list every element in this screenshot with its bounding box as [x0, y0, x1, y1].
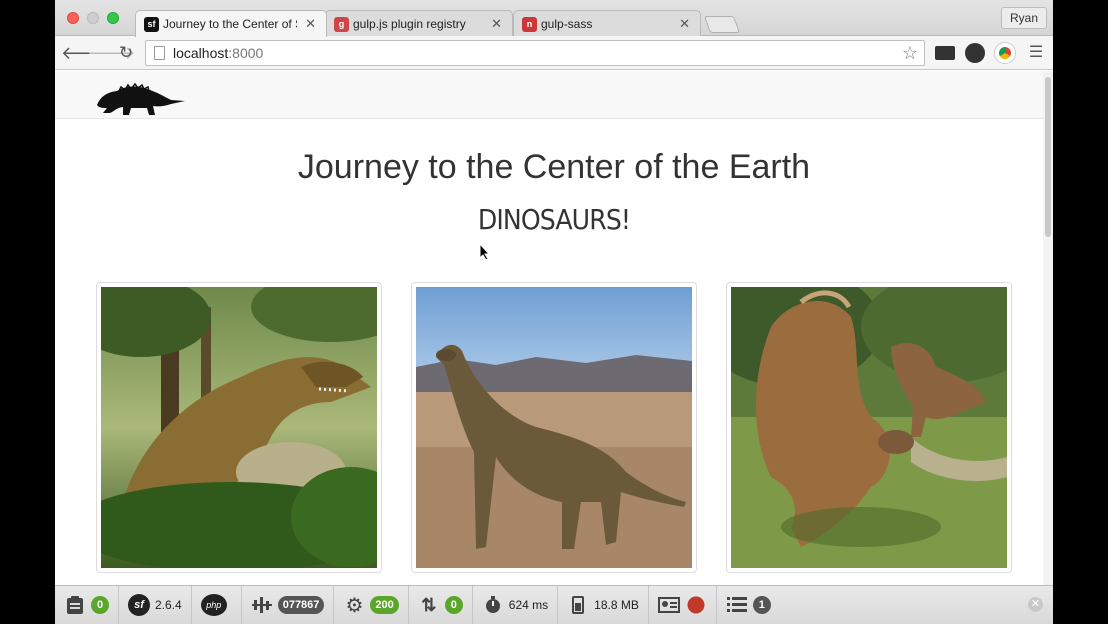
profile-button[interactable]: Ryan: [1000, 7, 1047, 29]
debug-toolbar: 0 sf 2.6.4 php 077867 ⚙ 200 ⇅ 0 624 ms 1…: [55, 585, 1053, 624]
scrollbar-thumb[interactable]: [1045, 77, 1051, 237]
clipboard-icon: [64, 594, 86, 616]
tab-gulp-registry[interactable]: g gulp.js plugin registry ✕: [325, 10, 513, 37]
debug-status-panel[interactable]: ⚙ 200: [334, 585, 409, 624]
url-port: :8000: [228, 45, 264, 61]
forward-icon[interactable]: 🡒: [87, 42, 135, 64]
close-tab-icon[interactable]: ✕: [305, 16, 316, 32]
flame-extension-icon[interactable]: [965, 43, 985, 63]
ajax-count-badge: 0: [444, 596, 463, 614]
php-logo-icon: php: [200, 594, 227, 616]
page-icon: [154, 46, 165, 60]
debug-request-panel[interactable]: 0: [55, 585, 119, 624]
chrome-extension-icon[interactable]: [995, 43, 1015, 63]
symfony-icon: sf: [144, 16, 159, 32]
debug-ajax-panel[interactable]: ⇅ 0: [409, 585, 473, 624]
request-count-badge: 0: [91, 596, 109, 614]
memory-icon: [567, 594, 589, 616]
debug-database-panel[interactable]: 1: [717, 586, 780, 624]
memory-usage: 18.8 MB: [594, 598, 639, 612]
user-card-icon: [657, 594, 680, 616]
npm-icon: n: [522, 16, 537, 32]
close-window-button[interactable]: [67, 12, 79, 24]
url-host: localhost: [173, 45, 229, 61]
close-debug-toolbar-icon[interactable]: ✕: [1028, 597, 1043, 612]
maximize-window-button[interactable]: [107, 12, 119, 24]
debug-token-panel[interactable]: 077867: [242, 585, 335, 624]
tab-strip: sf Journey to the Center of Sy ✕ g gulp.…: [55, 0, 1053, 37]
ankylosaurus-logo-icon[interactable]: [95, 82, 187, 122]
tab-title: Journey to the Center of Sy: [163, 17, 298, 31]
stop-sign-icon: [685, 594, 707, 616]
bookmark-star-icon[interactable]: ☆: [902, 43, 918, 64]
stopwatch-icon: [482, 594, 504, 616]
dinosaur-image-triceratops[interactable]: [726, 282, 1012, 573]
close-tab-icon[interactable]: ✕: [491, 16, 502, 32]
minimize-window-button[interactable]: [87, 12, 99, 24]
tab-gulp-sass[interactable]: n gulp-sass ✕: [513, 10, 701, 37]
debug-php-panel[interactable]: php: [192, 585, 242, 624]
symfony-version: 2.6.4: [155, 598, 182, 612]
debug-security-panel[interactable]: [649, 585, 717, 624]
new-tab-button[interactable]: [703, 16, 741, 33]
terminal-extension-icon[interactable]: [935, 46, 955, 60]
database-list-icon: [726, 594, 748, 616]
page-content: Journey to the Center of the Earth DINOS…: [55, 71, 1053, 585]
dinosaur-image-sauropod[interactable]: [411, 282, 697, 573]
browser-window: sf Journey to the Center of Sy ✕ g gulp.…: [55, 0, 1053, 624]
tab-title: gulp-sass: [541, 17, 593, 31]
address-bar[interactable]: localhost:8000 ☆: [145, 40, 925, 66]
menu-icon[interactable]: ☰: [1025, 42, 1047, 64]
tab-title: gulp.js plugin registry: [353, 17, 466, 31]
tab-journey[interactable]: sf Journey to the Center of Sy ✕: [135, 10, 327, 37]
query-count-badge: 1: [752, 596, 771, 614]
browser-toolbar: 🡐 🡒 ↻ localhost:8000 ☆ ☰: [55, 36, 1053, 70]
request-token-badge: 077867: [277, 596, 325, 614]
site-navbar: [55, 71, 1053, 119]
profiler-icon: [251, 594, 273, 616]
debug-memory-panel[interactable]: 18.8 MB: [558, 585, 649, 624]
reload-icon[interactable]: ↻: [115, 42, 137, 64]
symfony-logo-icon: sf: [128, 594, 150, 616]
close-tab-icon[interactable]: ✕: [679, 16, 690, 32]
debug-time-panel[interactable]: 624 ms: [473, 585, 559, 624]
ajax-arrows-icon: ⇅: [421, 594, 437, 615]
back-icon[interactable]: 🡐: [61, 42, 109, 64]
request-time: 624 ms: [508, 598, 549, 612]
page-scrollbar[interactable]: [1043, 71, 1053, 585]
status-code-badge: 200: [370, 596, 399, 614]
mouse-cursor-icon: [479, 242, 491, 266]
dinosaur-image-trex[interactable]: [96, 282, 382, 573]
gulp-icon: g: [334, 16, 349, 32]
debug-symfony-panel[interactable]: sf 2.6.4: [119, 585, 192, 624]
gear-icon: ⚙: [345, 594, 364, 617]
page-subtitle: DINOSAURS!: [477, 203, 631, 236]
page-title: Journey to the Center of the Earth: [297, 148, 811, 186]
